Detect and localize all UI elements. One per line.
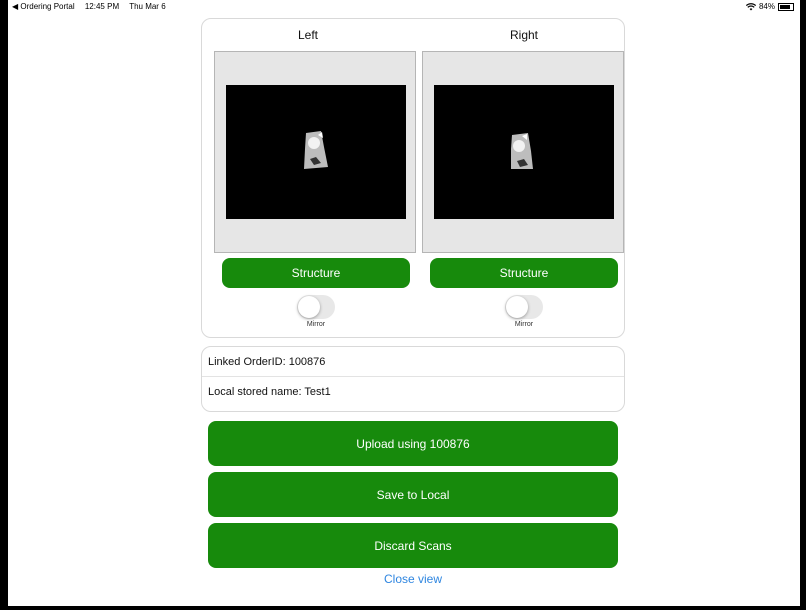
save-to-local-button[interactable]: Save to Local [208,472,618,517]
right-foot-scan-graphic [511,133,533,169]
right-mirror-toggle[interactable] [505,295,543,319]
status-bar: ◀ Ordering Portal 12:45 PM Thu Mar 6 84% [8,0,800,14]
right-scan-title: Right [509,28,538,42]
scan-preview-card: Left Structure Mirror Right Structure Mi… [201,18,625,338]
status-left: ◀ Ordering Portal 12:45 PM Thu Mar 6 [12,2,174,11]
left-foot-scan-graphic [304,131,328,169]
app-screen: ◀ Ordering Portal 12:45 PM Thu Mar 6 84%… [6,0,802,606]
right-scan-image [434,85,614,219]
battery-icon [778,2,794,11]
left-mirror-toggle-knob [298,296,320,318]
upload-button[interactable]: Upload using 100876 [208,421,618,466]
linked-order-id: Linked OrderID: 100876 [202,347,624,377]
left-mirror-toggle[interactable] [297,295,335,319]
wifi-icon [745,2,756,10]
close-view-link[interactable]: Close view [203,572,623,586]
right-mirror-toggle-knob [506,296,528,318]
left-structure-button[interactable]: Structure [222,258,410,288]
local-stored-name: Local stored name: Test1 [208,386,331,398]
status-date: Thu Mar 6 [129,2,166,11]
left-scan-image [226,85,406,219]
right-scan-viewport[interactable] [422,51,624,253]
back-to-app-link[interactable]: ◀ Ordering Portal [12,2,75,11]
right-structure-button[interactable]: Structure [430,258,618,288]
order-info-card: Linked OrderID: 100876 Local stored name… [201,346,625,412]
left-scan-title: Left [297,28,318,42]
status-time: 12:45 PM [84,2,120,11]
left-scan-viewport[interactable] [214,51,416,253]
status-right: 84% [745,2,794,11]
right-mirror-label: Mirror [514,321,534,328]
battery-percent: 84% [758,2,775,11]
discard-scans-button[interactable]: Discard Scans [208,523,618,568]
left-mirror-label: Mirror [306,321,326,328]
